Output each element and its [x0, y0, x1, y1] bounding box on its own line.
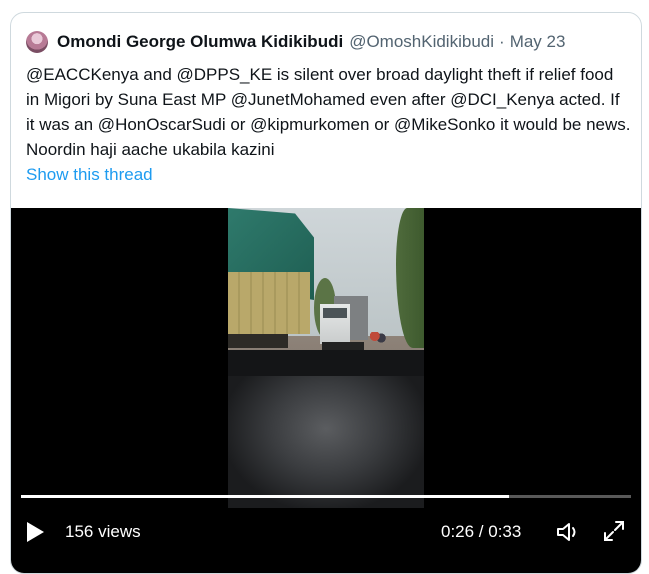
play-icon[interactable]: [27, 522, 44, 542]
video-player[interactable]: 156 views 0:26 / 0:33: [11, 208, 641, 573]
video-controls: 156 views 0:26 / 0:33: [11, 508, 641, 548]
fullscreen-icon[interactable]: [601, 518, 627, 544]
video-dashboard-reflection: [228, 376, 424, 508]
header-separator: ·: [499, 32, 505, 51]
video-time: 0:26 / 0:33: [441, 522, 522, 541]
video-progress-bar[interactable]: [21, 495, 631, 498]
tweet-date[interactable]: May 23: [510, 32, 566, 52]
avatar[interactable]: [26, 31, 48, 53]
tweet-header: Omondi George Olumwa Kidikibudi @OmoshKi…: [26, 29, 565, 55]
view-count: 156 views: [65, 522, 141, 541]
tweet-text: @EACCKenya and @DPPS_KE is silent over b…: [26, 65, 631, 159]
video-lorry: [320, 296, 368, 352]
video-progress-played: [21, 495, 509, 498]
video-people: [370, 332, 386, 352]
show-thread-link[interactable]: Show this thread: [26, 165, 153, 185]
video-frame: [228, 208, 424, 508]
volume-icon[interactable]: [555, 520, 581, 544]
author-handle[interactable]: @OmoshKidikibudi: [349, 32, 494, 52]
tweet-card[interactable]: Omondi George Olumwa Kidikibudi @OmoshKi…: [10, 12, 642, 574]
video-truck: [228, 208, 314, 348]
author-name[interactable]: Omondi George Olumwa Kidikibudi: [57, 32, 343, 52]
